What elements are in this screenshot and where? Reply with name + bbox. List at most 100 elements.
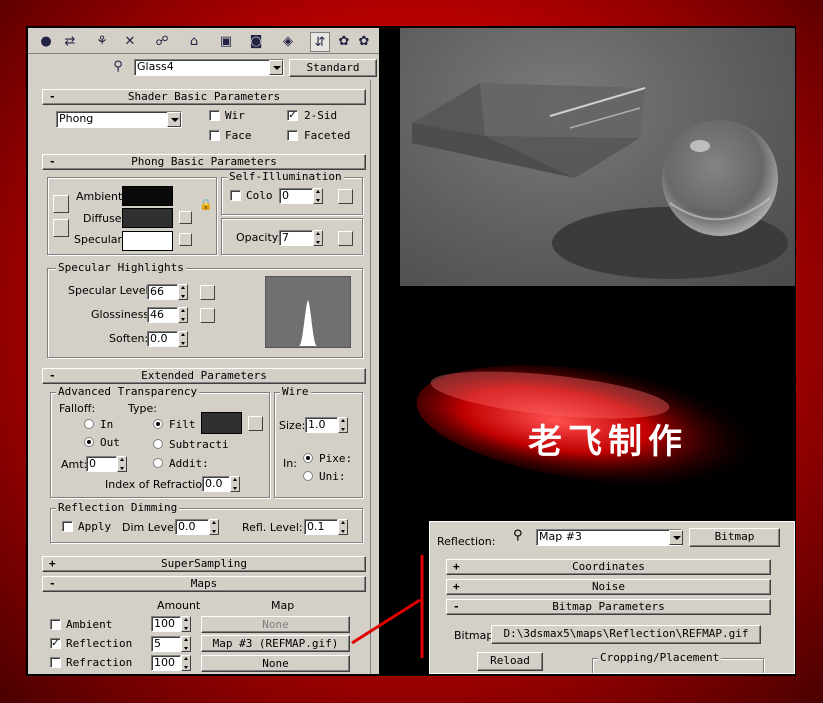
falloff-out-radio[interactable] <box>84 437 94 447</box>
put-to-library-icon[interactable]: ⌂ <box>184 32 204 52</box>
specular-level-field[interactable]: 66 <box>147 284 178 300</box>
dim-level-field[interactable]: 0.0 <box>175 519 209 535</box>
map-type-button[interactable]: Bitmap <box>689 528 780 547</box>
reload-button[interactable]: Reload <box>477 652 543 671</box>
glossiness-label: Glossiness: <box>91 308 153 321</box>
eyedropper-icon-2[interactable]: ⚲ <box>513 528 523 543</box>
show-map-icon[interactable]: ◙ <box>246 32 266 52</box>
specular-level-spinner[interactable] <box>178 284 188 300</box>
soften-spinner[interactable] <box>178 331 188 347</box>
face-map-checkbox[interactable] <box>209 130 220 141</box>
self-illum-spinner[interactable] <box>313 188 323 204</box>
material-effects-channel-icon[interactable]: ▣ <box>216 32 236 52</box>
map-refraction-button[interactable]: None <box>201 655 350 672</box>
apply-dimming-checkbox[interactable] <box>62 521 73 532</box>
specular-map-button[interactable] <box>179 233 192 246</box>
type-filter-radio[interactable] <box>153 419 163 429</box>
map-refraction-spinner[interactable] <box>181 655 191 671</box>
refl-level-label: Refl. Level: <box>242 521 303 534</box>
make-unique-icon[interactable]: ☍ <box>152 32 172 52</box>
lock-ambient-diffuse-button[interactable] <box>53 195 69 213</box>
map-refraction-checkbox[interactable] <box>50 657 61 668</box>
soften-field[interactable]: 0.0 <box>147 331 178 347</box>
rollout-coordinates[interactable]: + Coordinates <box>446 559 771 575</box>
material-type-button[interactable]: Standard <box>289 59 377 77</box>
map-ambient-spinner[interactable] <box>181 616 191 632</box>
rollout-maps[interactable]: - Maps <box>42 576 366 592</box>
type-additive-radio[interactable] <box>153 458 163 468</box>
ambient-color-swatch[interactable] <box>122 186 173 206</box>
watermark-text: 老飞制作 <box>528 422 688 462</box>
amount-field[interactable]: 0 <box>86 456 117 472</box>
material-name-field[interactable]: Glass4 <box>134 59 284 76</box>
put-to-scene-icon[interactable]: ⇄ <box>60 32 80 52</box>
bitmap-path-button[interactable]: D:\3dsmax5\maps\Reflection\REFMAP.gif <box>491 625 761 644</box>
glossiness-map-button[interactable] <box>200 308 215 323</box>
amount-spinner[interactable] <box>117 456 127 472</box>
get-material-icon[interactable]: ● <box>36 32 56 52</box>
go-forward-icon[interactable]: ✿ <box>334 32 354 52</box>
opacity-spinner[interactable] <box>313 230 323 246</box>
rollout-extended-parameters[interactable]: - Extended Parameters <box>42 368 366 384</box>
self-illum-map-button[interactable] <box>338 189 353 204</box>
rollout-phong-basic[interactable]: - Phong Basic Parameters <box>42 154 366 170</box>
diffuse-map-button[interactable] <box>179 211 192 224</box>
map-refraction-amount[interactable]: 100 <box>151 655 181 671</box>
falloff-in-radio[interactable] <box>84 419 94 429</box>
opacity-map-button[interactable] <box>338 231 353 246</box>
map-name-field[interactable]: Map #3 <box>536 529 682 546</box>
map-ambient-button[interactable]: None <box>201 616 350 633</box>
diffuse-color-swatch[interactable] <box>122 208 173 228</box>
wire-size-field[interactable]: 1.0 <box>305 417 338 433</box>
map-reflection-amount[interactable]: 5 <box>151 636 181 652</box>
material-name-dropdown[interactable] <box>269 60 283 75</box>
go-to-sibling-icon[interactable]: ✿ <box>354 32 374 52</box>
map-reflection-button[interactable]: Map #3 (REFMAP.gif) <box>201 635 350 652</box>
eyedropper-icon[interactable]: ⚲ <box>108 57 128 77</box>
dim-level-spinner[interactable] <box>209 519 219 535</box>
show-end-result-icon[interactable]: ◈ <box>278 32 298 52</box>
wire-pixels-radio[interactable] <box>303 453 313 463</box>
self-illumination-title: Self-Illumination <box>227 170 344 183</box>
map-reflection-checkbox[interactable]: ✓ <box>50 638 61 649</box>
wire-checkbox[interactable] <box>209 110 220 121</box>
go-to-parent-icon[interactable]: ⇵ <box>310 32 330 52</box>
self-illum-color-checkbox[interactable] <box>230 190 241 201</box>
opacity-value-field[interactable]: 7 <box>279 230 313 246</box>
opacity-label: Opacity: <box>236 231 282 244</box>
type-subtractive-radio[interactable] <box>153 439 163 449</box>
shader-select[interactable]: Phong <box>56 111 182 128</box>
ior-spinner[interactable] <box>230 476 240 492</box>
wire-in-label: In: <box>283 457 297 470</box>
map-ambient-checkbox[interactable] <box>50 619 61 630</box>
specular-level-map-button[interactable] <box>200 285 215 300</box>
assign-material-icon[interactable]: ⚘ <box>92 32 112 52</box>
glass-objects-render <box>412 83 788 279</box>
glossiness-spinner[interactable] <box>178 307 188 323</box>
wire-size-spinner[interactable] <box>338 417 348 433</box>
lock-diffuse-specular-button[interactable] <box>53 219 69 237</box>
advanced-transparency-title: Advanced Transparency <box>56 385 200 398</box>
map-ambient-amount[interactable]: 100 <box>151 616 181 632</box>
map-reflection-spinner[interactable] <box>181 636 191 652</box>
filter-color-swatch[interactable] <box>201 412 242 434</box>
refl-level-field[interactable]: 0.1 <box>304 519 338 535</box>
wire-units-radio[interactable] <box>303 471 313 481</box>
self-illum-value-field[interactable]: 0 <box>279 188 313 204</box>
refl-level-spinner[interactable] <box>338 519 348 535</box>
ior-field[interactable]: 0.0 <box>202 476 230 492</box>
two-sided-checkbox[interactable]: ✓ <box>287 110 298 121</box>
rollout-noise[interactable]: + Noise <box>446 579 771 595</box>
shader-dropdown[interactable] <box>167 112 181 127</box>
ior-label: Index of Refraction: <box>105 478 213 491</box>
rollout-shader-basic[interactable]: - Shader Basic Parameters <box>42 89 366 105</box>
map-name-dropdown[interactable] <box>669 530 683 545</box>
reset-map-icon[interactable]: ✕ <box>120 32 140 52</box>
rollout-supersampling[interactable]: + SuperSampling <box>42 556 366 572</box>
specular-color-swatch[interactable] <box>122 231 173 251</box>
faceted-checkbox[interactable] <box>287 130 298 141</box>
rollout-bitmap-parameters[interactable]: - Bitmap Parameters <box>446 599 771 615</box>
filter-map-button[interactable] <box>248 416 263 431</box>
lock-icon[interactable]: 🔒 <box>199 198 213 212</box>
glossiness-field[interactable]: 46 <box>147 307 178 323</box>
